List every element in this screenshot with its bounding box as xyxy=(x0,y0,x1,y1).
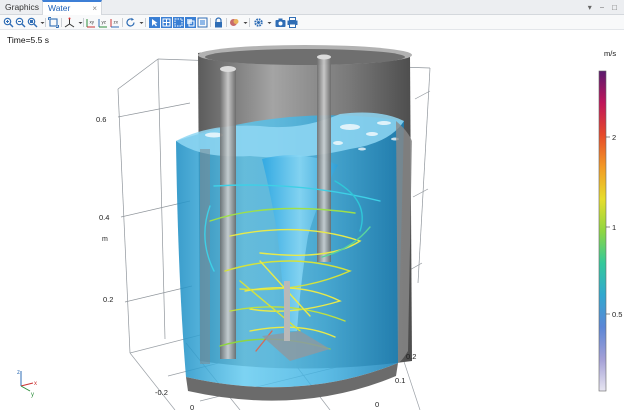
colorbar xyxy=(598,70,607,392)
y-tick: 0.2 xyxy=(406,352,417,361)
rotate-view-icon[interactable] xyxy=(125,17,136,28)
svg-text:yz: yz xyxy=(102,20,107,25)
svg-text:x: x xyxy=(34,381,37,387)
zoom-extents-icon[interactable] xyxy=(48,17,59,28)
zx-view-icon[interactable]: zx xyxy=(110,17,121,28)
axis-orientation-icon[interactable] xyxy=(64,17,75,28)
dropdown-arrow-icon[interactable] xyxy=(264,17,272,28)
colorbar-unit: m/s xyxy=(604,49,617,58)
toolbar-separator xyxy=(249,18,250,27)
print-icon[interactable] xyxy=(287,17,298,28)
impeller-shaft xyxy=(284,281,290,341)
graphics-toolbar: xy yz zx xyxy=(0,15,624,30)
dropdown-arrow-icon[interactable] xyxy=(136,17,144,28)
toolbar-separator xyxy=(226,18,227,27)
axis-triad: z x y xyxy=(17,370,37,398)
time-label: Time=5.5 s xyxy=(7,35,49,45)
xy-view-icon[interactable]: xy xyxy=(86,17,97,28)
colorbar-ticks xyxy=(606,136,610,315)
y-tick: 0.1 xyxy=(395,376,406,385)
tab-close-icon[interactable]: × xyxy=(92,2,97,15)
y-tick: 0 xyxy=(375,400,380,409)
x-tick: 0 xyxy=(190,403,195,410)
svg-text:z: z xyxy=(17,370,20,376)
light-scene-icon[interactable] xyxy=(229,17,240,28)
transparency-icon[interactable] xyxy=(185,17,196,28)
dropdown-arrow-icon[interactable] xyxy=(75,17,83,28)
toolbar-separator xyxy=(83,18,84,27)
toolbar-separator xyxy=(45,18,46,27)
tab-label: Graphics xyxy=(5,2,40,12)
simulation-render: z x y xyxy=(17,45,610,410)
window-controls[interactable]: ▾ ⎯ □ xyxy=(588,0,620,15)
graphics-viewport[interactable]: z x y Time=5.5 s m/s m 0.6 0.4 0.2 -0.2 … xyxy=(0,31,624,410)
dropdown-arrow-icon[interactable] xyxy=(37,17,45,28)
grid-icon[interactable] xyxy=(161,17,172,28)
dropdown-arrow-icon[interactable] xyxy=(240,17,248,28)
lock-icon[interactable] xyxy=(213,17,224,28)
colorbar-tick: 1 xyxy=(612,223,617,232)
select-box-icon[interactable] xyxy=(149,17,160,28)
zoom-in-icon[interactable] xyxy=(3,17,14,28)
z-axis-unit: m xyxy=(102,236,108,243)
z-tick: 0.4 xyxy=(99,213,110,222)
colorbar-tick: 0.5 xyxy=(612,310,623,319)
toolbar-separator xyxy=(210,18,211,27)
toolbar-separator xyxy=(145,18,146,27)
tab-graphics[interactable]: Graphics xyxy=(0,0,42,15)
svg-text:xy: xy xyxy=(90,20,95,25)
z-tick: 0.6 xyxy=(96,115,107,124)
tab-water-surface[interactable]: Water Surface × xyxy=(42,0,102,26)
x-tick: -0.2 xyxy=(155,388,168,397)
colorbar-tick: 2 xyxy=(612,133,617,142)
settings-icon[interactable] xyxy=(253,17,264,28)
show-hidden-icon[interactable] xyxy=(197,17,208,28)
tab-bar: Graphics Water Surface × ▾ ⎯ □ xyxy=(0,0,624,26)
camera-icon[interactable] xyxy=(275,17,286,28)
zoom-out-icon[interactable] xyxy=(15,17,26,28)
wireframe-icon[interactable] xyxy=(173,17,184,28)
svg-text:zx: zx xyxy=(114,20,119,25)
svg-text:y: y xyxy=(31,392,34,398)
z-tick: 0.2 xyxy=(103,295,114,304)
toolbar-separator xyxy=(61,18,62,27)
toolbar-separator xyxy=(122,18,123,27)
yz-view-icon[interactable]: yz xyxy=(98,17,109,28)
